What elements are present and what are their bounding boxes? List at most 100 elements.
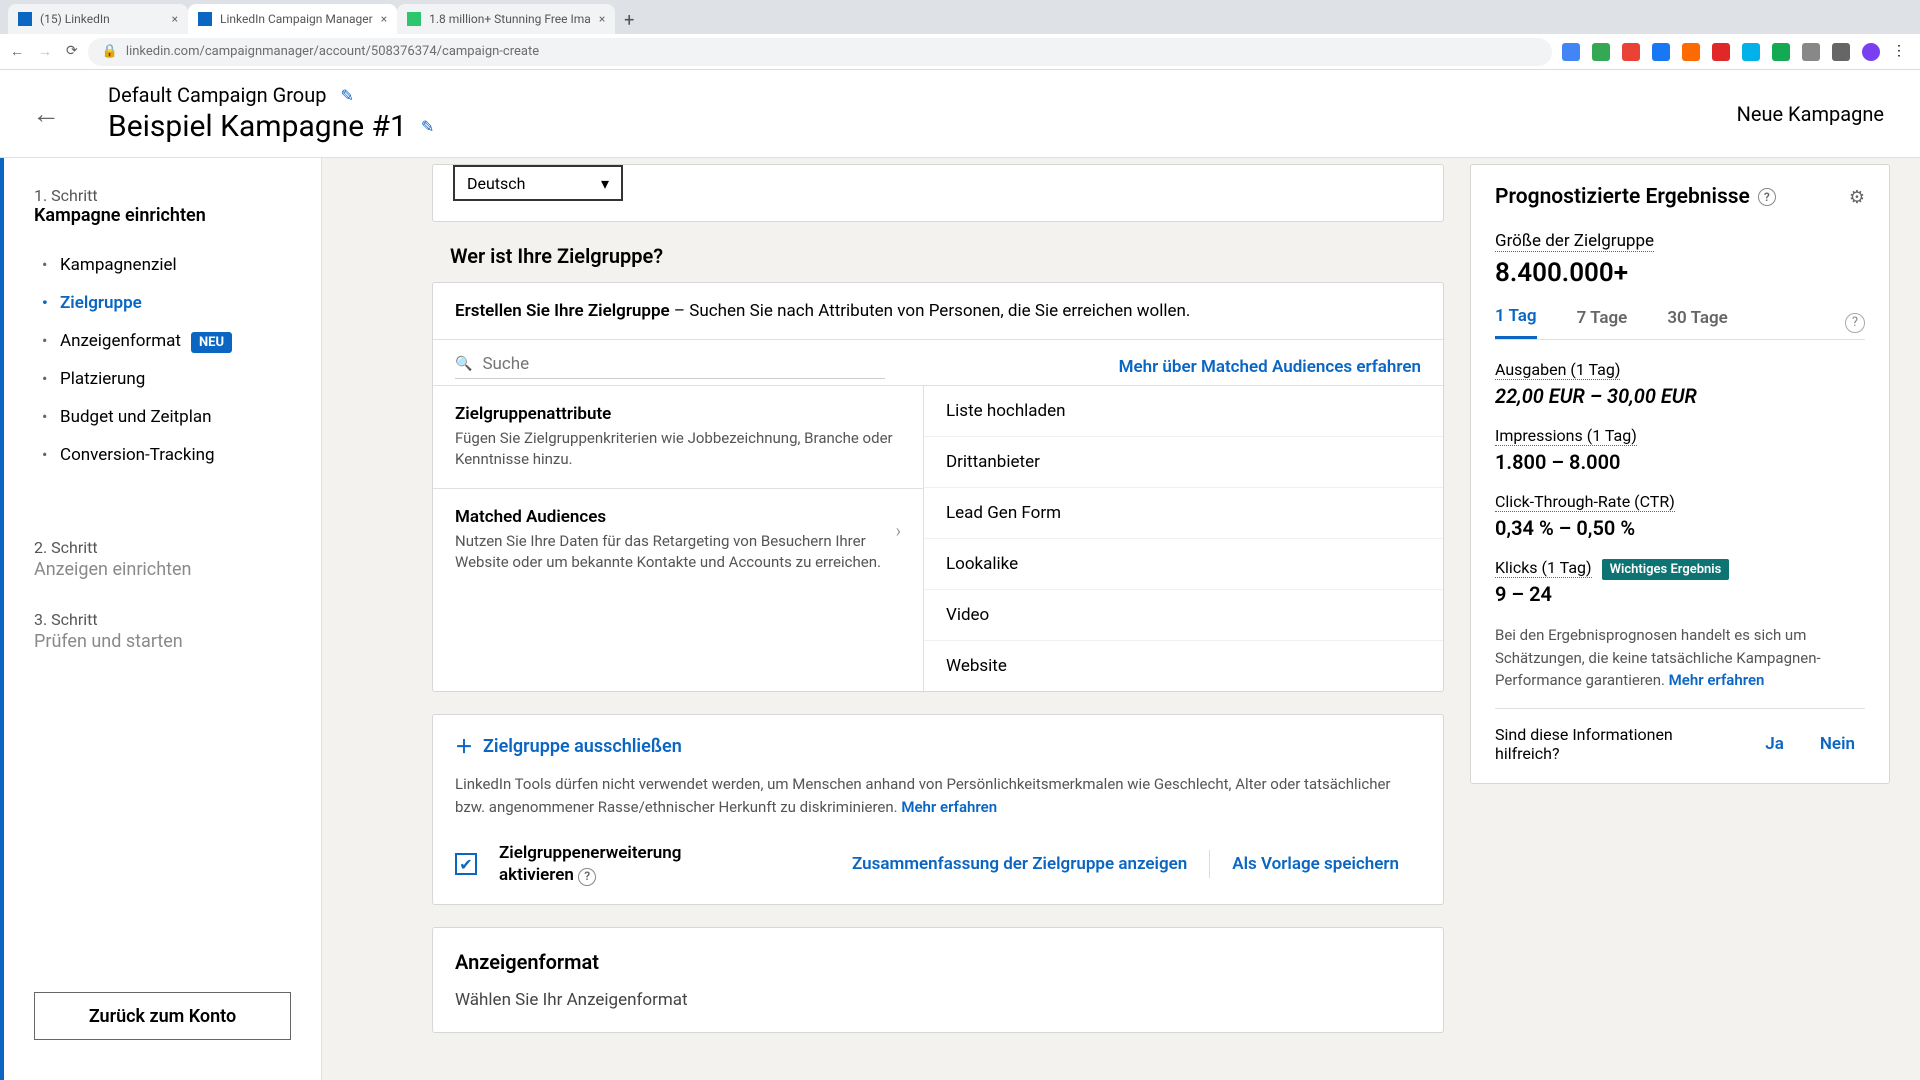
feedback-question: Sind diese Informationen hilfreich? [1495,725,1739,763]
forward-icon[interactable]: → [38,43,52,60]
info-icon[interactable]: ? [1758,188,1776,206]
search-icon: 🔍 [455,356,472,372]
extension-icon[interactable] [1802,43,1820,61]
extension-icon[interactable] [1592,43,1610,61]
matched-item-website[interactable]: Website [924,641,1443,691]
feedback-no-button[interactable]: Nein [1810,734,1865,754]
browser-tabstrip: (15) LinkedIn × LinkedIn Campaign Manage… [0,0,1920,34]
close-icon[interactable]: × [599,12,605,26]
metric-value: 1.800 – 8.000 [1495,450,1865,474]
search-wrap: 🔍 [455,354,885,379]
extension-icon[interactable] [1682,43,1700,61]
address-bar[interactable]: 🔒 linkedin.com/campaignmanager/account/5… [88,38,1552,66]
step-2-title: Anzeigen einrichten [34,559,291,580]
step-1-title: Kampagne einrichten [34,205,291,226]
tab-title: LinkedIn Campaign Manager [220,12,373,26]
exclude-audience-button[interactable]: ＋ Zielgruppe ausschließen [455,733,1421,759]
extension-icon[interactable] [1652,43,1670,61]
audience-size-label: Größe der Zielgruppe [1495,231,1654,252]
sidebar-item-label: Platzierung [60,369,145,389]
step-3-title: Prüfen und starten [34,631,291,652]
sidebar-item-zielgruppe[interactable]: Zielgruppe [42,284,291,322]
avatar-icon[interactable] [1862,43,1880,61]
browser-tab[interactable]: 1.8 million+ Stunning Free Ima × [397,4,615,34]
reload-icon[interactable]: ⟳ [66,43,78,60]
chevron-down-icon: ▾ [601,174,609,193]
forecast-tab-1tag[interactable]: 1 Tag [1495,306,1537,339]
save-template-link[interactable]: Als Vorlage speichern [1210,854,1421,874]
matched-item-lookalike[interactable]: Lookalike [924,539,1443,590]
forecast-panel: Prognostizierte Ergebnisse ? ⚙ Größe der… [1470,158,1920,1080]
matched-audiences-link[interactable]: Mehr über Matched Audiences erfahren [1119,357,1421,377]
sidebar-item-label: Anzeigenformat [60,331,181,351]
search-input[interactable] [482,354,885,374]
extension-icon[interactable] [1772,43,1790,61]
sidebar: 1. Schritt Kampagne einrichten Kampagnen… [0,158,322,1080]
step-1-label: 1. Schritt [34,186,291,205]
metric-value: 0,34 % – 0,50 % [1495,516,1865,540]
learn-more-link[interactable]: Mehr erfahren [1669,671,1765,689]
extension-icon[interactable] [1832,43,1850,61]
pencil-icon[interactable]: ✎ [421,117,434,136]
close-icon[interactable]: × [381,12,387,26]
feedback-yes-button[interactable]: Ja [1755,734,1794,754]
tab-title: (15) LinkedIn [40,12,110,26]
forecast-title: Prognostizierte Ergebnisse ? [1495,185,1776,209]
matched-audiences-option[interactable]: › Matched Audiences Nutzen Sie Ihre Date… [433,489,923,591]
extension-icon[interactable] [1622,43,1640,61]
back-icon[interactable]: ← [10,43,24,60]
audience-size-value: 8.400.000+ [1495,258,1865,288]
extension-icon[interactable] [1742,43,1760,61]
browser-tab[interactable]: (15) LinkedIn × [8,4,188,34]
extension-icon[interactable] [1712,43,1730,61]
matched-item-liste-hochladen[interactable]: Liste hochladen [924,386,1443,437]
extension-icon[interactable] [1562,43,1580,61]
option-title: Zielgruppenattribute [455,404,901,424]
app-header: ← Default Campaign Group ✎ Beispiel Kamp… [0,70,1920,158]
option-desc: Nutzen Sie Ihre Daten für das Retargetin… [455,531,901,573]
sidebar-item-budget[interactable]: Budget und Zeitplan [42,398,291,436]
new-tab-button[interactable]: + [615,6,643,34]
pencil-icon[interactable]: ✎ [340,86,353,105]
sidebar-item-label: Conversion-Tracking [60,445,215,465]
show-summary-link[interactable]: Zusammenfassung der Zielgruppe anzeigen [830,854,1209,874]
important-badge: Wichtiges Ergebnis [1602,559,1730,580]
menu-icon[interactable]: ⋮ [1892,43,1910,61]
exclude-label: Zielgruppe ausschließen [483,736,682,757]
audience-top-rest: – Suchen Sie nach Attributen von Persone… [670,301,1191,321]
language-value: Deutsch [467,174,525,193]
sidebar-item-anzeigenformat[interactable]: Anzeigenformat NEU [42,322,291,360]
format-subtitle: Wählen Sie Ihr Anzeigenformat [455,990,1421,1010]
audience-attributes-option[interactable]: Zielgruppenattribute Fügen Sie Zielgrupp… [433,386,923,489]
back-to-account-button[interactable]: Zurück zum Konto [34,992,291,1040]
sidebar-item-label: Kampagnenziel [60,255,177,275]
back-arrow-icon[interactable]: ← [32,97,60,130]
learn-more-link[interactable]: Mehr erfahren [901,798,997,816]
audience-expansion-checkbox[interactable]: ✔ [455,853,477,875]
browser-toolbar: ← → ⟳ 🔒 linkedin.com/campaignmanager/acc… [0,34,1920,70]
option-desc: Fügen Sie Zielgruppenkriterien wie Jobbe… [455,428,901,470]
neu-badge: NEU [191,332,232,353]
close-icon[interactable]: × [172,12,178,26]
audience-card: Erstellen Sie Ihre Zielgruppe – Suchen S… [432,282,1444,692]
new-campaign-label: Neue Kampagne [1737,102,1884,126]
metric-label: Impressions (1 Tag) [1495,426,1637,446]
matched-item-lead-gen-form[interactable]: Lead Gen Form [924,488,1443,539]
forecast-tab-30tage[interactable]: 30 Tage [1667,308,1727,338]
url-text: linkedin.com/campaignmanager/account/508… [126,44,539,59]
sidebar-item-kampagnenziel[interactable]: Kampagnenziel [42,246,291,284]
gear-icon[interactable]: ⚙ [1849,187,1865,208]
sidebar-item-platzierung[interactable]: Platzierung [42,360,291,398]
lock-icon: 🔒 [102,44,118,59]
language-select[interactable]: Deutsch ▾ [453,165,623,201]
browser-tab[interactable]: LinkedIn Campaign Manager × [188,4,397,34]
sidebar-item-conversion[interactable]: Conversion-Tracking [42,436,291,474]
format-title: Anzeigenformat [455,950,1421,974]
matched-item-drittanbieter[interactable]: Drittanbieter [924,437,1443,488]
metric-value: 9 – 24 [1495,582,1865,606]
forecast-tab-7tage[interactable]: 7 Tage [1577,308,1628,338]
sidebar-item-label: Zielgruppe [60,293,142,313]
info-icon[interactable]: ? [578,868,596,886]
matched-item-video[interactable]: Video [924,590,1443,641]
help-icon[interactable]: ? [1845,313,1865,333]
